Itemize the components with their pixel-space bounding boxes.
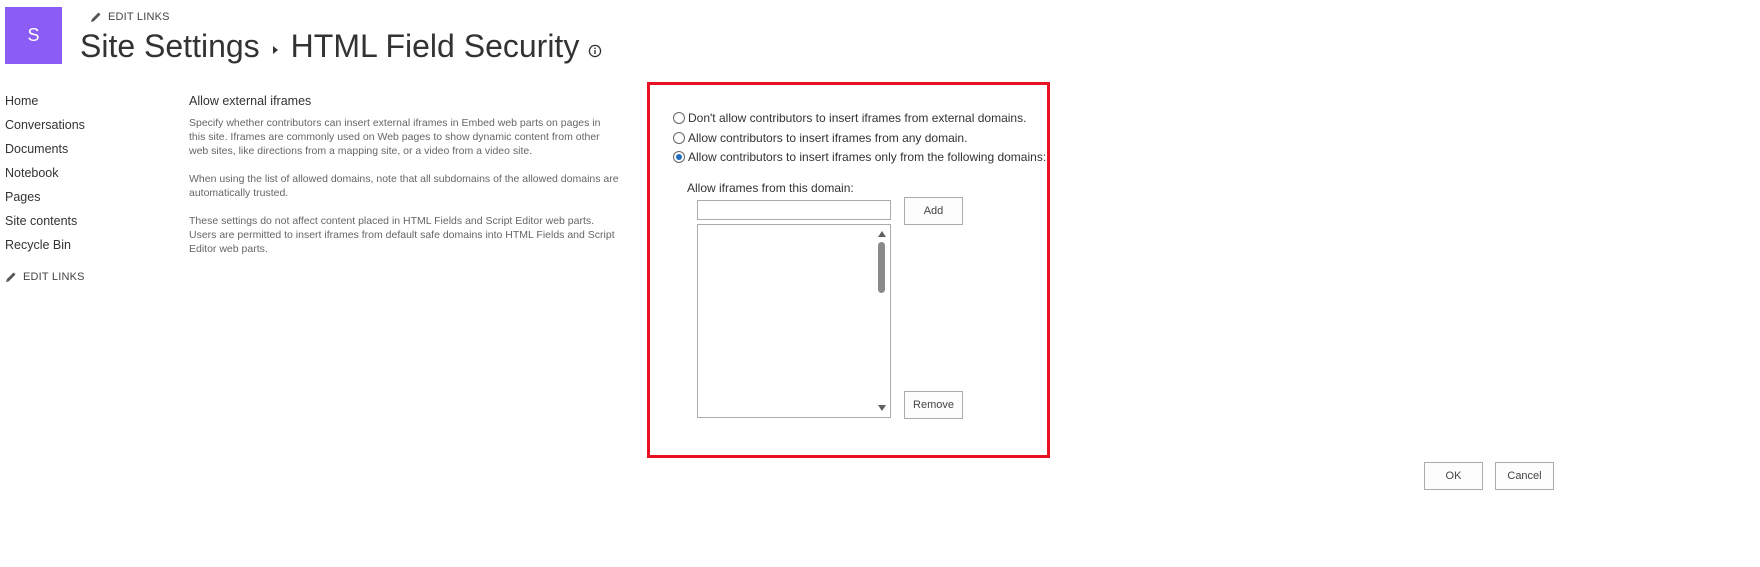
caret-right-icon (272, 45, 278, 54)
domain-list[interactable] (697, 224, 891, 418)
page: S EDIT LINKS Site Settings HTML Field Se… (0, 0, 1760, 567)
left-navigation: Home Conversations Documents Notebook Pa… (5, 92, 155, 283)
pencil-icon (6, 272, 16, 282)
option-allow-listed[interactable]: Allow contributors to insert iframes onl… (673, 150, 1046, 164)
section-description: Allow external iframes Specify whether c… (189, 94, 619, 270)
scroll-up-icon[interactable] (878, 231, 886, 237)
nav-item-notebook[interactable]: Notebook (5, 164, 155, 188)
nav-item-documents[interactable]: Documents (5, 140, 155, 164)
option-allow-listed-label: Allow contributors to insert iframes onl… (688, 150, 1047, 164)
nav-item-recycle-bin[interactable]: Recycle Bin (5, 236, 155, 260)
domain-field-label: Allow iframes from this domain: (687, 181, 854, 195)
description-paragraph: Specify whether contributors can insert … (189, 117, 601, 157)
option-disallow-external[interactable]: Don't allow contributors to insert ifram… (673, 111, 1026, 125)
domain-list-scrollbar[interactable] (875, 226, 889, 416)
info-icon[interactable] (588, 44, 602, 58)
cancel-button[interactable]: Cancel (1495, 462, 1554, 490)
page-title-bar: Site Settings HTML Field Security (80, 28, 602, 65)
section-title: Allow external iframes (189, 94, 312, 108)
nav-item-pages[interactable]: Pages (5, 188, 155, 212)
radio-allow-any[interactable] (673, 132, 685, 144)
site-logo[interactable]: S (5, 7, 62, 64)
radio-disallow-external[interactable] (673, 112, 685, 124)
breadcrumb-site-settings[interactable]: Site Settings (80, 28, 260, 65)
header-edit-links-label: EDIT LINKS (108, 11, 170, 23)
nav-item-conversations[interactable]: Conversations (5, 116, 155, 140)
site-logo-letter: S (27, 25, 40, 45)
nav-item-home[interactable]: Home (5, 92, 155, 116)
option-disallow-external-label: Don't allow contributors to insert ifram… (688, 111, 1027, 125)
nav-edit-links-label: EDIT LINKS (23, 271, 85, 283)
add-button[interactable]: Add (904, 197, 963, 225)
domain-input[interactable] (697, 200, 891, 220)
scroll-down-icon[interactable] (878, 405, 886, 411)
description-paragraph: These settings do not affect content pla… (189, 215, 615, 255)
ok-button[interactable]: OK (1424, 462, 1483, 490)
pencil-icon (91, 12, 101, 22)
header-edit-links[interactable]: EDIT LINKS (90, 11, 170, 23)
nav-edit-links[interactable]: EDIT LINKS (5, 271, 155, 283)
scroll-thumb[interactable] (878, 242, 885, 293)
radio-allow-listed[interactable] (673, 151, 685, 163)
option-allow-any[interactable]: Allow contributors to insert iframes fro… (673, 131, 967, 145)
option-allow-any-label: Allow contributors to insert iframes fro… (688, 131, 968, 145)
remove-button[interactable]: Remove (904, 391, 963, 419)
nav-item-site-contents[interactable]: Site contents (5, 212, 155, 236)
page-title: HTML Field Security (290, 28, 580, 64)
description-paragraph: When using the list of allowed domains, … (189, 173, 619, 199)
